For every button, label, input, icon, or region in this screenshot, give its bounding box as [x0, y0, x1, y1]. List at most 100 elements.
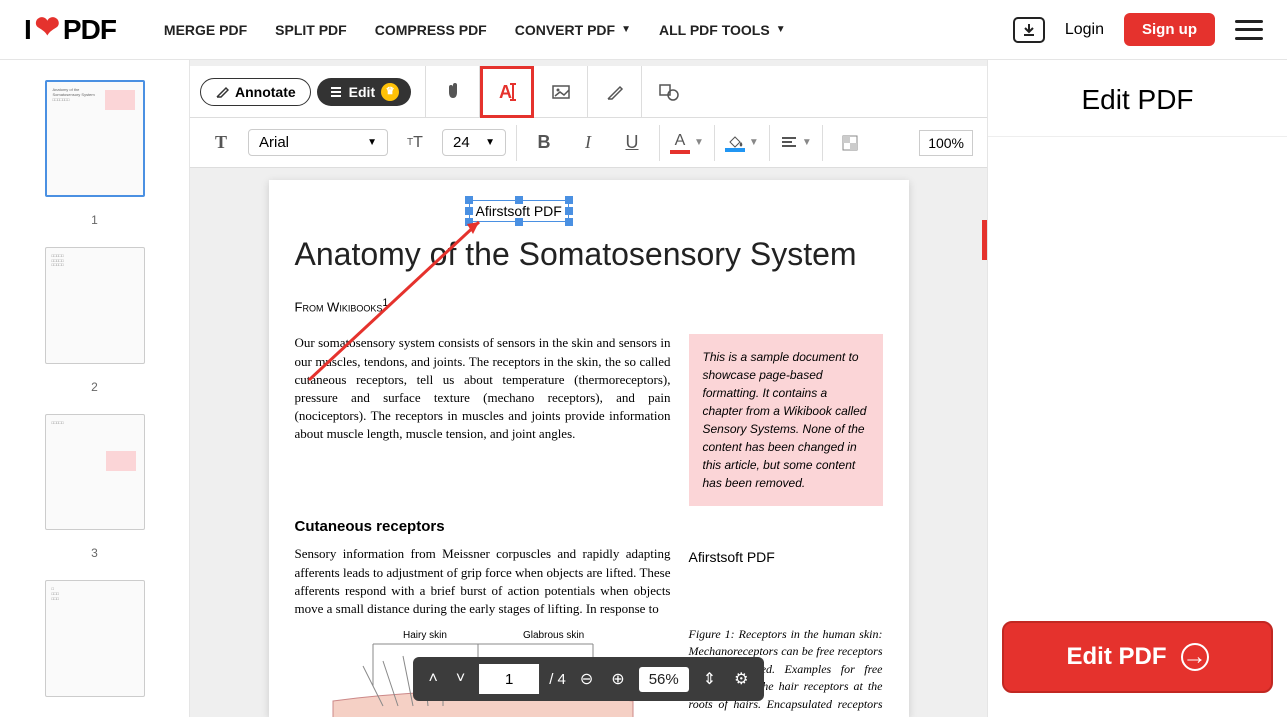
thumbnail-4[interactable]: □□□□□□□ — [45, 580, 145, 697]
document-canvas[interactable]: Afirstsoft PDF Anatomy of the Somatosens… — [190, 168, 987, 717]
font-size-icon: TT — [398, 125, 432, 161]
settings-icon[interactable]: ⚙ — [730, 669, 752, 689]
pen-icon — [215, 85, 229, 99]
font-family-value: Arial — [259, 134, 289, 151]
crown-icon: ♛ — [381, 83, 399, 101]
caret-down-icon: ▼ — [749, 137, 759, 148]
bold-button[interactable]: B — [527, 125, 561, 161]
svg-text:Glabrous skin: Glabrous skin — [523, 630, 584, 641]
pdf-page: Afirstsoft PDF Anatomy of the Somatosens… — [269, 180, 909, 717]
align-button[interactable]: ▼ — [780, 136, 812, 150]
heart-icon: ❤ — [35, 10, 59, 45]
nav-links: MERGE PDF SPLIT PDF COMPRESS PDF CONVERT… — [164, 22, 786, 38]
nav-compress[interactable]: COMPRESS PDF — [375, 22, 487, 38]
signup-button[interactable]: Sign up — [1124, 13, 1215, 46]
nav-convert[interactable]: CONVERT PDF ▼ — [515, 22, 631, 38]
resize-handle[interactable] — [465, 196, 473, 204]
thumb-num-1: 1 — [91, 213, 98, 227]
thumb-num-3: 3 — [91, 546, 98, 560]
resize-handle[interactable] — [465, 207, 473, 215]
thumbnail-3[interactable]: □□□□□ — [45, 414, 145, 531]
resize-handle[interactable] — [515, 218, 523, 226]
logo-post: PDF — [63, 14, 116, 46]
document-subtitle: From Wikibooks1 — [269, 279, 909, 314]
font-size-select[interactable]: 24 ▼ — [442, 129, 506, 156]
body-para-1: Our somatosensory system consists of sen… — [295, 334, 671, 506]
caret-down-icon: ▼ — [776, 24, 786, 35]
arrow-right-circle-icon: → — [1181, 643, 1209, 671]
right-panel-title: Edit PDF — [988, 60, 1287, 137]
page-nav-bar: ˄ ˅ / 4 ⊖ ⊕ 56% ⇕ ⚙ — [413, 657, 765, 701]
resize-handle[interactable] — [465, 218, 473, 226]
resize-handle[interactable] — [565, 207, 573, 215]
next-page-button[interactable]: ˅ — [452, 670, 469, 688]
page-number-input[interactable] — [479, 664, 539, 694]
font-size-value: 24 — [453, 134, 470, 151]
resize-handle[interactable] — [515, 196, 523, 204]
resize-handle[interactable] — [565, 196, 573, 204]
caret-down-icon: ▼ — [621, 24, 631, 35]
pencil-tool-icon[interactable] — [588, 66, 642, 118]
edit-mode-button[interactable]: Edit ♛ — [317, 78, 411, 106]
thumb-num-2: 2 — [91, 380, 98, 394]
hand-tool-icon[interactable] — [426, 66, 480, 118]
page-total: / 4 — [549, 671, 566, 688]
nav-convert-label: CONVERT PDF — [515, 22, 615, 38]
caret-down-icon: ▼ — [485, 137, 495, 148]
list-icon — [329, 85, 343, 99]
edit-label: Edit — [349, 84, 375, 100]
shapes-tool-icon[interactable] — [642, 66, 696, 118]
underline-button[interactable]: U — [615, 125, 649, 161]
caret-down-icon: ▼ — [694, 137, 704, 148]
image-tool-icon[interactable] — [534, 66, 588, 118]
zoom-in-button[interactable]: ⊕ — [607, 669, 628, 689]
zoom-percent[interactable]: 56% — [639, 667, 689, 692]
document-title: Anatomy of the Somatosensory System — [269, 208, 909, 279]
nav-all-label: ALL PDF TOOLS — [659, 22, 770, 38]
transparency-icon[interactable] — [833, 125, 867, 161]
download-desktop-icon[interactable] — [1013, 17, 1045, 43]
resize-handle[interactable] — [565, 218, 573, 226]
add-text-tool-icon[interactable]: A — [480, 66, 534, 118]
textbox-content: Afirstsoft PDF — [476, 203, 562, 219]
nav-split[interactable]: SPLIT PDF — [275, 22, 347, 38]
edit-pdf-button[interactable]: Edit PDF → — [1002, 621, 1273, 693]
thumbnail-1[interactable]: Anatomy of the Somatosensory System□□□□□… — [45, 80, 145, 197]
annotate-button[interactable]: Annotate — [200, 78, 311, 106]
annotate-label: Annotate — [235, 84, 296, 100]
font-family-select[interactable]: Arial ▼ — [248, 129, 388, 156]
fill-color-button[interactable]: ▼ — [725, 134, 759, 152]
align-icon — [780, 136, 798, 150]
text-tool-icon[interactable]: T — [204, 125, 238, 161]
logo-pre: I — [24, 14, 31, 46]
sample-note-box: This is a sample document to showcase pa… — [689, 334, 883, 506]
text-color-button[interactable]: A ▼ — [670, 132, 704, 154]
menu-icon[interactable] — [1235, 20, 1263, 40]
nav-all-tools[interactable]: ALL PDF TOOLS ▼ — [659, 22, 786, 38]
nav-merge-label: MERGE PDF — [164, 22, 247, 38]
prev-page-button[interactable]: ˄ — [425, 670, 442, 688]
thumbnail-2[interactable]: □□□□□□□□□□□□□□□ — [45, 247, 145, 364]
main-area: Anatomy of the Somatosensory System □□□□□… — [0, 60, 1287, 717]
editor-area: Annotate Edit ♛ A T Arial ▼ TT — [190, 60, 987, 717]
section-heading: Cutaneous receptors — [269, 506, 909, 541]
zoom-value[interactable]: 100% — [919, 130, 973, 156]
nav-split-label: SPLIT PDF — [275, 22, 347, 38]
italic-button[interactable]: I — [571, 125, 605, 161]
selected-text-box[interactable]: Afirstsoft PDF — [469, 200, 569, 222]
right-panel: Edit PDF Edit PDF → — [987, 60, 1287, 717]
login-link[interactable]: Login — [1065, 21, 1104, 39]
caret-down-icon: ▼ — [802, 137, 812, 148]
thumbnail-panel: Anatomy of the Somatosensory System□□□□□… — [0, 60, 190, 717]
fit-height-icon[interactable]: ⇕ — [699, 669, 720, 689]
top-navigation: I ❤ PDF MERGE PDF SPLIT PDF COMPRESS PDF… — [0, 0, 1287, 60]
text-format-toolbar: T Arial ▼ TT 24 ▼ B I U A ▼ ▼ — [190, 118, 987, 168]
logo[interactable]: I ❤ PDF — [24, 12, 116, 47]
nav-merge[interactable]: MERGE PDF — [164, 22, 247, 38]
tool-group: A — [425, 66, 696, 118]
edit-pdf-button-label: Edit PDF — [1067, 643, 1167, 671]
svg-text:Hairy skin: Hairy skin — [403, 630, 447, 641]
main-toolbar: Annotate Edit ♛ A — [190, 66, 987, 118]
caret-down-icon: ▼ — [367, 137, 377, 148]
zoom-out-button[interactable]: ⊖ — [576, 669, 597, 689]
